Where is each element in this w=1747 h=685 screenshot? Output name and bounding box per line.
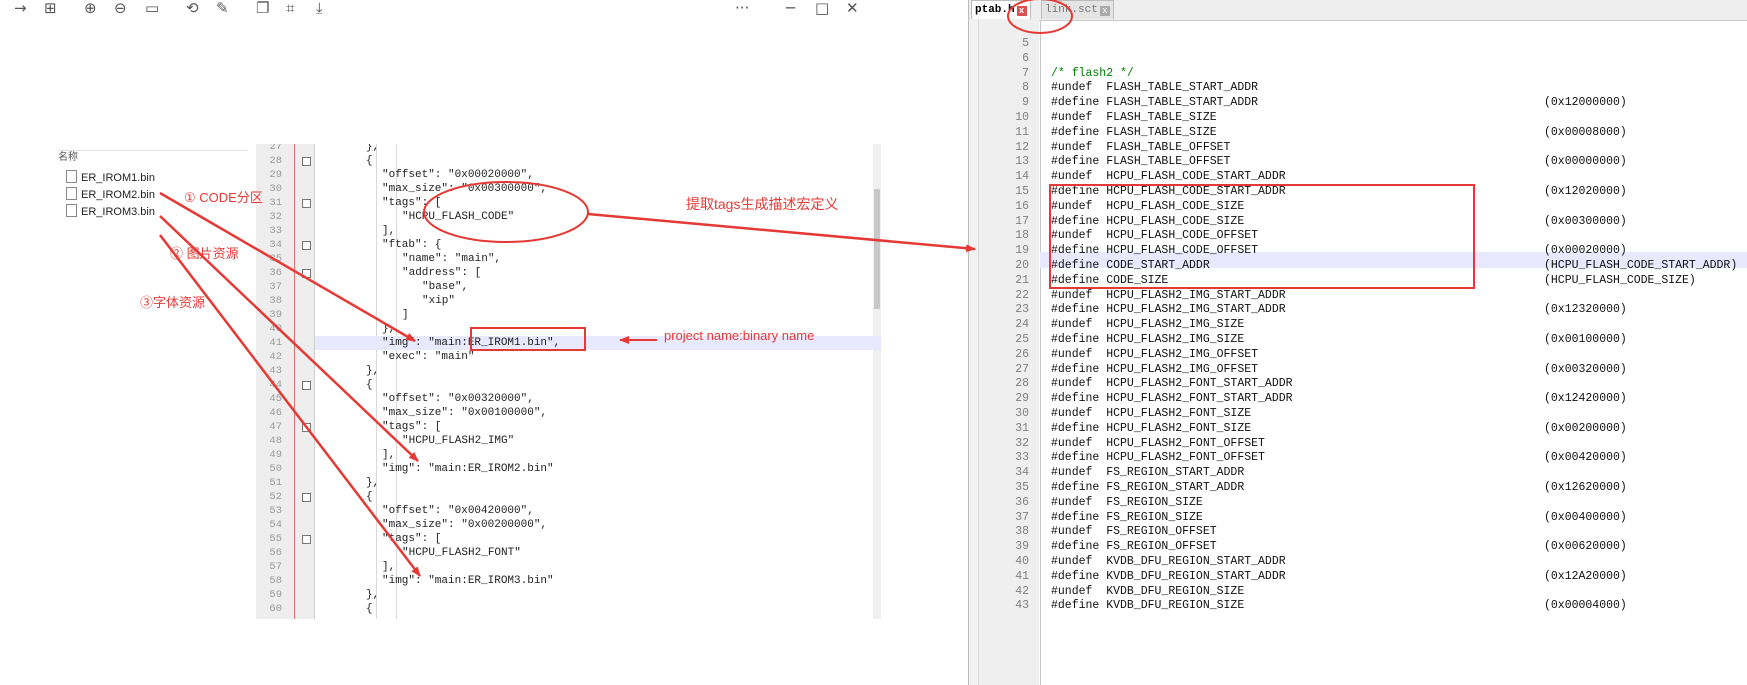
tags-highlight-ellipse — [423, 181, 589, 243]
img-highlight-box — [470, 327, 586, 351]
irom3-arrow — [159, 234, 421, 577]
tab-highlight-ellipse — [1007, 0, 1073, 34]
annotation-overlay — [159, 0, 1475, 577]
macro-highlight-box — [1049, 184, 1475, 289]
irom1-arrow — [159, 191, 416, 343]
tags-to-macro-arrow — [587, 212, 976, 253]
irom2-arrow — [159, 215, 419, 462]
